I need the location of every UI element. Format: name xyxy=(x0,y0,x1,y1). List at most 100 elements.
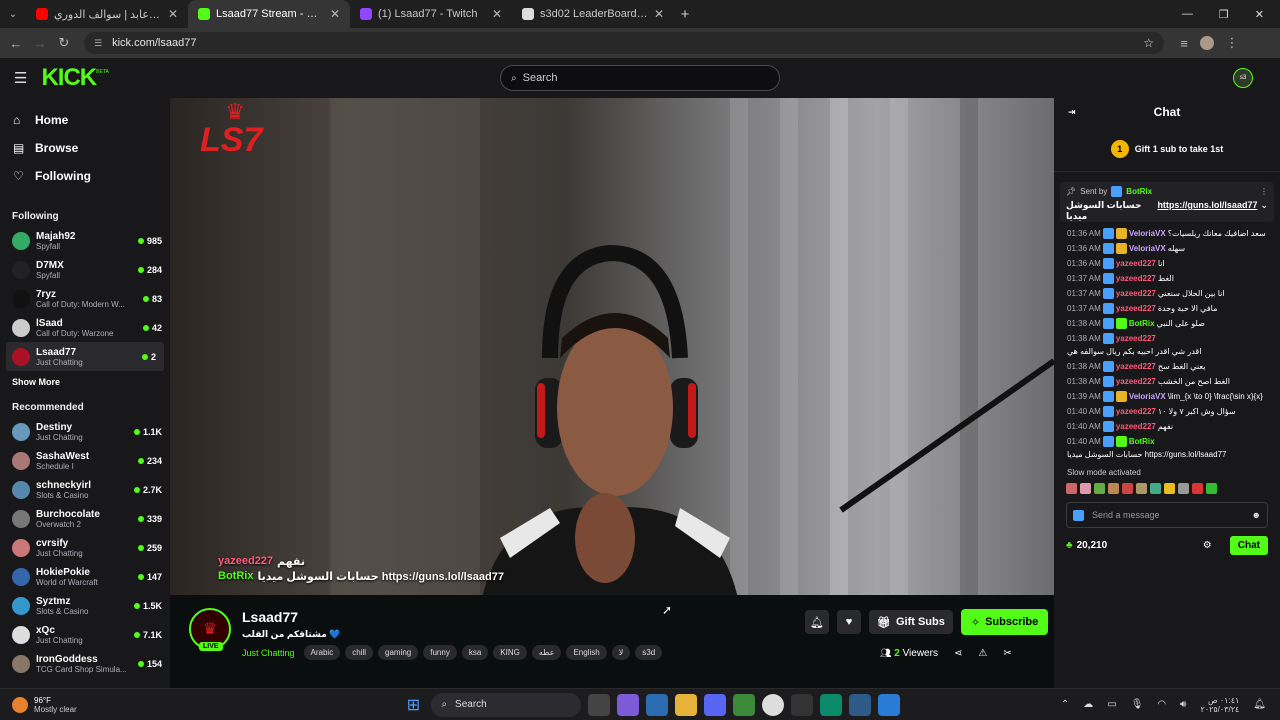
url-field[interactable]: ☰ kick.com/lsaad77 ☆ xyxy=(84,32,1164,54)
chat-username[interactable]: yazeed227 xyxy=(1116,258,1156,269)
notification-bell-icon[interactable]: 🔔︎ xyxy=(1253,699,1266,710)
stream-tag[interactable]: Arabic xyxy=(303,645,341,660)
emote-icon[interactable] xyxy=(1080,483,1091,494)
sidebar-channel[interactable]: schneckyirl Slots & Casino 2.7K xyxy=(0,475,170,504)
unpin-icon[interactable]: ⋮ xyxy=(1260,187,1268,196)
chat-username[interactable]: yazeed227 xyxy=(1116,303,1156,314)
app-icon[interactable] xyxy=(878,693,901,716)
share-icon[interactable]: ⋖ xyxy=(954,648,962,659)
sidebar-channel[interactable]: xQc Just Chatting 7.1K xyxy=(0,620,170,649)
browser-tab[interactable]: عشاء مع ابوعابد | سوالف الدوري ✕ xyxy=(26,0,188,28)
chevron-down-icon[interactable]: ⌄ xyxy=(1260,200,1268,222)
task-view-icon[interactable] xyxy=(588,693,611,716)
sidebar-channel[interactable]: Syztmz Slots & Casino 1.5K xyxy=(0,591,170,620)
sidebar-channel[interactable]: Majah92 Spyfall 985 xyxy=(0,226,170,255)
bookmark-star-icon[interactable]: ☆ xyxy=(1143,36,1154,50)
stream-tag[interactable]: عطه xyxy=(531,645,562,660)
browser-tab[interactable]: Lsaad77 Stream - Watch Live on Kick ✕ xyxy=(188,0,350,28)
browser-menu-icon[interactable]: ⋮ xyxy=(1220,35,1244,51)
minimize-icon[interactable]: — xyxy=(1182,8,1193,21)
kick-logo[interactable]: KICK xyxy=(41,64,97,92)
stream-tag[interactable]: لا xyxy=(611,645,631,660)
emote-icon[interactable] xyxy=(1066,483,1077,494)
media-controls-icon[interactable]: ≡ xyxy=(1172,36,1196,51)
network-icon[interactable]: ▭ xyxy=(1107,699,1116,710)
search-input[interactable]: ⌕ Search xyxy=(500,65,780,91)
sidebar-channel[interactable]: Destiny Just Chatting 1.1K xyxy=(0,417,170,446)
show-more-button[interactable]: Show More xyxy=(0,371,170,393)
store-icon[interactable] xyxy=(646,693,669,716)
emote-icon[interactable] xyxy=(1178,483,1189,494)
chat-username[interactable]: VeloriaVX xyxy=(1129,243,1166,254)
notification-bell-button[interactable]: 🔔︎ xyxy=(805,610,829,634)
chat-username[interactable]: yazeed227 xyxy=(1116,421,1156,432)
gift-leaderboard-banner[interactable]: 1 Gift 1 sub to take 1st xyxy=(1054,126,1280,172)
sidebar-channel[interactable]: Lsaad77 Just Chatting 2 xyxy=(6,342,164,371)
emote-icon[interactable] xyxy=(1164,483,1175,494)
windows-start-icon[interactable]: ⊞ xyxy=(402,694,424,716)
follow-button[interactable]: ♥ xyxy=(837,610,861,634)
browser-tab[interactable]: (1) Lsaad77 - Twitch ✕ xyxy=(350,0,512,28)
points-count[interactable]: 20,210 xyxy=(1077,540,1108,551)
file-explorer-icon[interactable] xyxy=(675,693,698,716)
stream-category-link[interactable]: Just Chatting xyxy=(242,648,295,658)
stream-tag[interactable]: funny xyxy=(423,645,457,660)
emote-icon[interactable] xyxy=(1150,483,1161,494)
chat-username[interactable]: yazeed227 xyxy=(1116,376,1156,387)
chat-username[interactable]: yazeed227 xyxy=(1116,361,1156,372)
emote-icon[interactable] xyxy=(1136,483,1147,494)
close-tab-icon[interactable]: ✕ xyxy=(654,7,664,21)
profile-avatar[interactable] xyxy=(1200,36,1214,50)
reload-icon[interactable]: ↻ xyxy=(52,35,76,51)
subscribe-button[interactable]: ✧ Subscribe xyxy=(960,609,1049,635)
tab-list-icon[interactable]: ⌄ xyxy=(0,9,26,20)
clip-icon[interactable]: ✂ xyxy=(1003,648,1011,659)
sidebar-channel[interactable]: Burchocolate Overwatch 2 339 xyxy=(0,504,170,533)
browser-tab[interactable]: s3d02 LeaderBoard | The best Casino ✕ xyxy=(512,0,674,28)
sidebar-nav-browse[interactable]: ▤ Browse xyxy=(0,134,170,162)
sidebar-channel[interactable]: lSaad Call of Duty: Warzone 42 xyxy=(0,313,170,342)
clock[interactable]: ٠١:٤١ ص ٢٠٢٥/٠٣/٢٤ xyxy=(1200,696,1239,714)
stream-tag[interactable]: chill xyxy=(345,645,373,660)
send-chat-button[interactable]: Chat xyxy=(1229,536,1268,555)
forward-icon[interactable]: → xyxy=(28,36,52,51)
chat-username[interactable]: BotRix xyxy=(1129,318,1155,329)
site-info-icon[interactable]: ☰ xyxy=(94,38,102,49)
chat-username[interactable]: yazeed227 xyxy=(1116,273,1156,284)
channel-name[interactable]: Lsaad77 xyxy=(242,609,298,625)
wifi-icon[interactable]: ◠ xyxy=(1157,699,1166,710)
emote-icon[interactable] xyxy=(1108,483,1119,494)
copilot-icon[interactable] xyxy=(617,693,640,716)
stream-tag[interactable]: KING xyxy=(493,645,527,660)
back-icon[interactable]: ← xyxy=(4,36,28,51)
mic-icon[interactable]: 🎙︎ xyxy=(1131,699,1144,710)
hamburger-menu-icon[interactable]: ☰ xyxy=(14,69,27,87)
chevron-up-icon[interactable]: ⌃ xyxy=(1061,699,1069,710)
sidebar-channel[interactable]: IronGoddess TCG Card Shop Simula... 154 xyxy=(0,649,170,678)
maximize-icon[interactable]: ❐ xyxy=(1219,8,1229,21)
gift-subs-button[interactable]: 🎁︎ Gift Subs xyxy=(869,610,953,634)
sidebar-channel[interactable]: SashaWest Schedule I 234 xyxy=(0,446,170,475)
close-tab-icon[interactable]: ✕ xyxy=(330,7,340,21)
weather-widget[interactable]: 96°F Mostly clear xyxy=(12,696,122,714)
user-avatar[interactable]: s3 xyxy=(1233,68,1253,88)
stream-tag[interactable]: English xyxy=(566,645,607,660)
gear-icon[interactable]: ⚙ xyxy=(1203,540,1212,551)
app-icon[interactable] xyxy=(820,693,843,716)
app-icon[interactable] xyxy=(849,693,872,716)
stream-tag[interactable]: s3d xyxy=(635,645,663,660)
pinned-message[interactable]: 📌︎ Sent by BotRix ⋮ حسابات السوشل ميديا … xyxy=(1060,182,1274,222)
collapse-chat-icon[interactable]: ⇥ xyxy=(1068,107,1076,118)
sidebar-channel[interactable]: 7ryz Call of Duty: Modern W... 83 xyxy=(0,284,170,313)
sidebar-channel[interactable]: HokiePokie World of Warcraft 147 xyxy=(0,562,170,591)
sidebar-nav-following[interactable]: ♡ Following xyxy=(0,162,170,190)
obs-icon[interactable] xyxy=(791,693,814,716)
chat-username[interactable]: yazeed227 xyxy=(1116,406,1156,417)
close-window-icon[interactable]: ✕ xyxy=(1255,8,1264,21)
chat-username[interactable]: yazeed227 xyxy=(1116,288,1156,299)
chat-input[interactable]: Send a message ☻ xyxy=(1066,502,1268,528)
discord-icon[interactable] xyxy=(704,693,727,716)
chrome-icon[interactable] xyxy=(762,693,785,716)
sidebar-channel[interactable]: D7MX Spyfall 284 xyxy=(0,255,170,284)
emote-icon[interactable] xyxy=(1192,483,1203,494)
